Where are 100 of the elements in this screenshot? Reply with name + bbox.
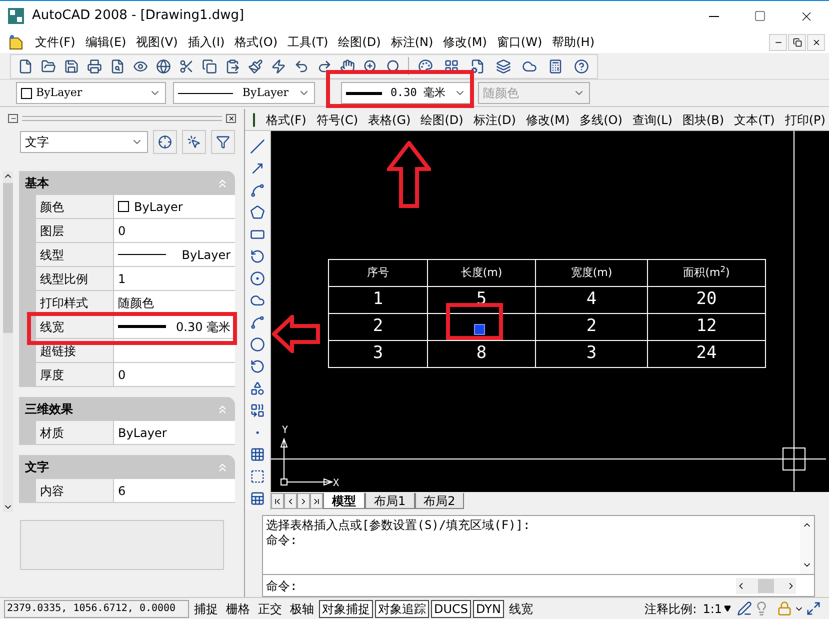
menu-item[interactable]: 文件(F)	[30, 33, 80, 51]
gradient-icon	[250, 469, 265, 484]
status-toggle-button[interactable]: DYN	[473, 600, 504, 618]
menu-item[interactable]: 帮助(H)	[547, 33, 600, 51]
property-label: 厚度	[36, 363, 113, 387]
lineweight-dropdown[interactable]: 0.30 毫米	[341, 82, 471, 104]
property-value: 0	[118, 222, 126, 240]
section-header[interactable]: 三维效果	[19, 397, 235, 421]
table-cell[interactable]: 3	[535, 341, 647, 367]
line-button[interactable]	[248, 137, 268, 156]
status-toggle-button[interactable]: 对象捕捉	[319, 600, 373, 618]
file-icon	[18, 58, 33, 74]
express-menu-item[interactable]: 多线(O)	[574, 110, 628, 128]
property-value: 0	[118, 366, 126, 384]
property-value-cell[interactable]: 0.30 毫米	[113, 315, 235, 339]
tab-scroll-button[interactable]	[284, 493, 297, 509]
menu-item[interactable]: 工具(T)	[282, 33, 334, 51]
toggle-pickadd-button[interactable]	[153, 130, 177, 154]
scroll-thumb[interactable]	[3, 183, 13, 333]
tab-scroll-button[interactable]	[297, 493, 310, 509]
menu-item[interactable]: 视图(V)	[131, 33, 183, 51]
property-value-cell[interactable]: 0	[113, 219, 235, 243]
table-cell[interactable]: 3	[329, 341, 427, 367]
edit-grip-icon[interactable]	[474, 324, 485, 335]
property-value: 1	[118, 270, 126, 288]
express-menu-item[interactable]: 查询(L)	[627, 110, 678, 128]
property-value: 6	[118, 482, 126, 500]
menu-item[interactable]: 格式(O)	[230, 33, 283, 51]
property-value-cell[interactable]: 6	[113, 479, 235, 503]
table-cell[interactable]: 2	[329, 314, 427, 340]
menu-item[interactable]: 编辑(E)	[80, 33, 132, 51]
table-cell[interactable]: 2	[535, 314, 647, 340]
line-icon	[250, 139, 265, 154]
menu-item[interactable]: 窗口(W)	[492, 33, 548, 51]
layout-tab[interactable]: 模型	[323, 493, 365, 509]
table-cell[interactable]: 12	[647, 314, 765, 340]
express-menu-item[interactable]: 修改(M)	[520, 110, 575, 128]
lightning-icon	[271, 58, 286, 74]
scroll-thumb[interactable]	[758, 578, 774, 592]
express-menu-item[interactable]: 格式(F)	[261, 110, 312, 128]
circle-icon	[250, 271, 265, 286]
table-header-cell: 面积(m$^{2}$)	[647, 260, 765, 286]
express-menu-item[interactable]: 符号(C)	[311, 110, 364, 128]
grip-bar[interactable]	[22, 116, 222, 120]
property-value-cell[interactable]: ByLayer	[113, 243, 235, 267]
quick-select-button[interactable]	[211, 130, 235, 154]
annotation-visibility-icon[interactable]	[737, 601, 752, 616]
table-cell[interactable]: 1	[329, 287, 427, 313]
menu-item[interactable]: 插入(I)	[182, 33, 230, 51]
section-header[interactable]: 文字	[19, 455, 235, 479]
folder-icon	[41, 58, 56, 74]
annotation-scale-dropdown[interactable]: 1:1	[698, 600, 735, 618]
table-cell[interactable]: 20	[647, 287, 765, 313]
table-cell[interactable]: 24	[647, 341, 765, 367]
clean-screen-icon[interactable]	[806, 601, 821, 616]
circle-button[interactable]	[248, 269, 268, 288]
menu-item[interactable]: 标注(N)	[386, 33, 438, 51]
menu-item[interactable]: 绘图(D)	[333, 33, 386, 51]
property-label: 图层	[36, 219, 113, 243]
linetype-dropdown[interactable]: ByLayer	[173, 82, 315, 104]
property-value-cell[interactable]: ByLayer	[113, 421, 235, 445]
section-header[interactable]: 基本	[19, 171, 235, 195]
express-menu-item[interactable]: 图块(B)	[678, 110, 730, 128]
layout-tab[interactable]: 布局1	[365, 493, 415, 509]
property-value: 随颜色	[118, 294, 154, 312]
mdi-close-button[interactable]	[807, 34, 825, 50]
table-header-cell-text: 序号	[366, 264, 390, 281]
mdi-restore-button[interactable]	[788, 34, 806, 50]
cloud-icon	[522, 58, 536, 74]
palette-close-icon[interactable]	[226, 114, 236, 122]
express-menu-item[interactable]: 文本(T)	[729, 110, 780, 128]
left-arrow-drawing	[272, 315, 320, 353]
property-value-cell[interactable]: 0	[113, 363, 235, 387]
brush-icon	[248, 58, 263, 74]
table-cell[interactable]: 4	[535, 287, 647, 313]
property-value-cell[interactable]: ByLayer	[113, 195, 235, 219]
collapse-icon[interactable]	[8, 114, 18, 122]
menu-item[interactable]: 修改(M)	[438, 33, 492, 51]
table-cell[interactable]: 8	[427, 341, 535, 367]
express-menu-item[interactable]: 标注(D)	[468, 110, 521, 128]
crosshair-icon	[158, 135, 172, 149]
tab-scroll-button[interactable]	[271, 493, 284, 509]
status-toggle-button[interactable]: DUCS	[431, 600, 472, 618]
layout-tab[interactable]: 布局2	[414, 493, 464, 509]
y-axis-label: Y	[282, 424, 288, 438]
express-menu-item[interactable]: 绘图(D)	[416, 110, 468, 128]
command-prompt[interactable]: 命令:	[263, 576, 298, 594]
express-menu-item[interactable]: 打印(P)	[780, 110, 829, 128]
object-type-dropdown[interactable]: 文字	[20, 131, 148, 153]
color-dropdown[interactable]: ByLayer	[16, 82, 166, 104]
property-value-cell[interactable]: 1	[113, 267, 235, 291]
select-objects-button[interactable]	[182, 130, 206, 154]
annotation-scale-label: 注释比例:	[644, 600, 697, 618]
status-toggle-button[interactable]: 对象追踪	[375, 600, 429, 618]
express-menu-item[interactable]: 表格(G)	[363, 110, 416, 128]
scrollbar[interactable]	[3, 171, 13, 512]
vertical-scrollbar[interactable]	[800, 516, 814, 574]
horizontal-scrollbar[interactable]	[736, 578, 796, 594]
tab-scroll-button[interactable]	[310, 493, 323, 509]
pentagon-button[interactable]	[248, 203, 268, 222]
